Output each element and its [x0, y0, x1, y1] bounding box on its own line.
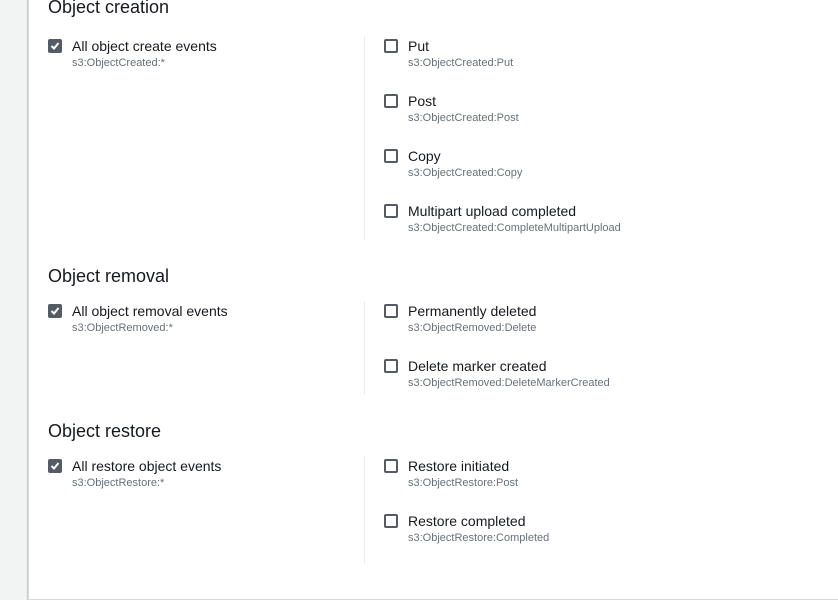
option-description: s3:ObjectCreated:Put: [408, 57, 514, 69]
event-types-panel: [28, 0, 838, 600]
option-label: All restore object events: [72, 458, 222, 474]
checkbox-checked-icon[interactable]: [48, 39, 62, 53]
checkbox-unchecked-icon[interactable]: [384, 359, 398, 373]
option-description: s3:ObjectRemoved:Delete: [408, 322, 537, 334]
option-description: s3:ObjectRestore:*: [72, 477, 165, 489]
option-label: Post: [408, 93, 437, 109]
option-label: All object removal events: [72, 303, 228, 319]
checkbox-all-restore-object-events[interactable]: All restore object events s3:ObjectResto…: [48, 458, 348, 492]
checkbox-checked-icon[interactable]: [48, 459, 62, 473]
checkbox-unchecked-icon[interactable]: [384, 149, 398, 163]
option-label: Restore initiated: [408, 458, 510, 474]
option-label: Multipart upload completed: [408, 203, 577, 219]
option-description: s3:ObjectRestore:Post: [408, 477, 519, 489]
section-divider: [364, 301, 365, 395]
section-divider: [364, 36, 365, 240]
option-description: s3:ObjectCreated:CompleteMultipartUpload: [408, 222, 621, 234]
section-title-object-creation: Object creation: [48, 0, 170, 17]
option-label: All object create events: [72, 38, 217, 54]
checkbox-post[interactable]: Post s3:ObjectCreated:Post: [384, 93, 804, 127]
checkbox-all-object-removal-events[interactable]: All object removal events s3:ObjectRemov…: [48, 303, 348, 337]
checkbox-unchecked-icon[interactable]: [384, 204, 398, 218]
option-label: Permanently deleted: [408, 303, 537, 319]
option-description: s3:ObjectRemoved:*: [72, 322, 173, 334]
checkbox-all-object-create-events[interactable]: All object create events s3:ObjectCreate…: [48, 38, 348, 72]
option-description: s3:ObjectRemoved:DeleteMarkerCreated: [408, 377, 610, 389]
section-title-object-restore: Object restore: [48, 421, 162, 441]
option-label: Put: [408, 38, 430, 54]
checkbox-unchecked-icon[interactable]: [384, 304, 398, 318]
checkbox-permanently-deleted[interactable]: Permanently deleted s3:ObjectRemoved:Del…: [384, 303, 804, 337]
checkbox-restore-initiated[interactable]: Restore initiated s3:ObjectRestore:Post: [384, 458, 804, 492]
option-label: Restore completed: [408, 513, 526, 529]
checkbox-multipart-upload-completed[interactable]: Multipart upload completed s3:ObjectCrea…: [384, 203, 804, 237]
option-description: s3:ObjectCreated:Post: [408, 112, 519, 124]
checkbox-copy[interactable]: Copy s3:ObjectCreated:Copy: [384, 148, 804, 182]
checkbox-restore-completed[interactable]: Restore completed s3:ObjectRestore:Compl…: [384, 513, 804, 547]
checkbox-unchecked-icon[interactable]: [384, 459, 398, 473]
option-description: s3:ObjectRestore:Completed: [408, 532, 550, 544]
checkbox-unchecked-icon[interactable]: [384, 39, 398, 53]
section-divider: [364, 456, 365, 564]
option-description: s3:ObjectCreated:*: [72, 57, 165, 69]
section-title-object-removal: Object removal: [48, 266, 170, 286]
option-label: Delete marker created: [408, 358, 547, 374]
checkbox-checked-icon[interactable]: [48, 304, 62, 318]
option-description: s3:ObjectCreated:Copy: [408, 167, 523, 179]
checkbox-put[interactable]: Put s3:ObjectCreated:Put: [384, 38, 804, 72]
option-label: Copy: [408, 148, 441, 164]
checkbox-unchecked-icon[interactable]: [384, 94, 398, 108]
checkbox-unchecked-icon[interactable]: [384, 514, 398, 528]
checkbox-delete-marker-created[interactable]: Delete marker created s3:ObjectRemoved:D…: [384, 358, 804, 392]
